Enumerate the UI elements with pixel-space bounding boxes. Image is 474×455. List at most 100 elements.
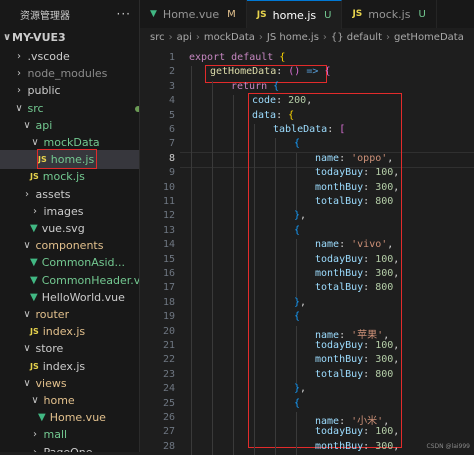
more-actions-icon[interactable]: ··· [117, 7, 131, 21]
indent-guide [191, 196, 192, 211]
code-line: return { [231, 81, 279, 92]
tree-item[interactable]: ▼ vue.svg [0, 219, 139, 238]
line-number: 18 [162, 296, 175, 308]
vue-file-icon: ▼ [30, 257, 38, 269]
tree-item[interactable]: ∨ api [0, 116, 139, 135]
indent-guide [233, 210, 234, 225]
chevron-down-icon: ∨ [31, 137, 39, 148]
indent-guide [191, 426, 192, 441]
code-token: { [324, 66, 331, 78]
code-token: , [306, 95, 313, 107]
tree-item[interactable]: JSindex.jsM [0, 322, 139, 341]
tree-item[interactable]: › images [0, 202, 139, 221]
line-number: 10 [162, 181, 175, 193]
indent-guide [296, 440, 297, 455]
project-root[interactable]: ∨ MY-VUE3 [0, 28, 139, 47]
tree-item[interactable]: › node_modules [0, 64, 139, 83]
indent-guide [191, 239, 192, 254]
code-line: totalBuy: 800 [315, 369, 393, 380]
tree-item[interactable]: ∨ views [0, 374, 139, 393]
indent-guide [296, 354, 297, 369]
indent-guide [275, 181, 276, 196]
breadcrumb-item[interactable]: src [150, 32, 165, 43]
tab-mock-js[interactable]: JS mock.js U [342, 0, 437, 28]
code-token: totalBuy [315, 282, 364, 294]
tree-item[interactable]: ▼ HelloWorld.vue [0, 288, 139, 307]
line-number: 24 [162, 383, 175, 395]
indent-guide [296, 152, 297, 168]
indent-guide [275, 311, 276, 326]
indent-guide [212, 325, 213, 340]
chevron-right-icon: › [168, 31, 173, 43]
code-token: : [339, 239, 352, 251]
tree-item[interactable]: ∨ src [0, 99, 139, 118]
chevron-right-icon: › [33, 429, 37, 441]
code-token: { [294, 397, 301, 409]
chevron-right-icon: › [322, 31, 327, 43]
tree-item[interactable]: › .vscode [0, 47, 139, 66]
indent-guide [212, 368, 213, 384]
code-token: , [393, 426, 400, 438]
indent-guide [212, 253, 213, 268]
tree-item-label: home [43, 394, 75, 407]
tree-item-label: api [35, 118, 53, 132]
tree-item[interactable]: JS index.js [0, 357, 139, 376]
tree-item[interactable]: ∨ home [0, 391, 139, 410]
breadcrumb-item[interactable]: {} default [331, 32, 382, 43]
code-editor[interactable]: 1 export default {2 getHomeData: () => {3 r… [140, 46, 474, 455]
chevron-down-icon: ∨ [15, 102, 23, 114]
vue-file-icon: ▼ [30, 291, 38, 303]
tree-item[interactable]: › assets [0, 185, 139, 204]
breadcrumb-item[interactable]: getHomeData [394, 32, 464, 43]
code-line: totalBuy: 800 [315, 282, 393, 293]
code-line: monthBuy: 300, [315, 441, 399, 452]
indent-guide [233, 152, 234, 168]
breadcrumb-item[interactable]: JS home.js [267, 32, 319, 43]
tree-item[interactable]: ∨ store [0, 339, 139, 358]
tree-item[interactable]: ▼Home.vueM [0, 408, 139, 427]
tab-status-badge: M [227, 8, 236, 20]
tree-item-label: components [35, 239, 104, 253]
tab-home-vue[interactable]: ▼ Home.vue M [140, 0, 247, 28]
code-token: return [231, 80, 268, 92]
indent-guide [296, 167, 297, 182]
code-token: '苹果' [351, 329, 384, 341]
explorer-title: 资源管理器 [20, 10, 70, 22]
tree-item[interactable]: ▼CommonHeader.vue [0, 271, 139, 290]
line-number: 12 [162, 210, 175, 222]
indent-guide [233, 440, 234, 455]
line-number: 17 [162, 282, 175, 294]
indent-guide [254, 196, 255, 211]
indent-guide [296, 253, 297, 268]
code-token: 300 [375, 440, 394, 452]
indent-guide [212, 426, 213, 441]
indent-guide [275, 354, 276, 369]
indent-guide [233, 311, 234, 326]
tree-item[interactable]: › mall [0, 425, 139, 444]
breadcrumb-item[interactable]: api [177, 32, 192, 43]
indent-guide [275, 426, 276, 441]
tree-item[interactable]: ∨ router [0, 305, 139, 324]
js-icon: JS [256, 10, 267, 20]
code-token: 100 [375, 167, 394, 179]
line-number: 15 [162, 253, 175, 265]
tab-home-js[interactable]: JS home.js U [246, 0, 343, 29]
tree-item[interactable]: JSmock.jsU [0, 167, 139, 186]
line-number: 2 [168, 66, 175, 78]
indent-guide [275, 167, 276, 182]
indent-guide [212, 354, 213, 369]
tree-item[interactable]: › PageOne [0, 443, 139, 452]
tree-item[interactable]: › public [0, 81, 139, 100]
tree-item[interactable]: ∨ components [0, 236, 139, 255]
indent-guide [275, 196, 276, 211]
code-token: => [306, 66, 319, 78]
code-token: 'vivo' [351, 239, 388, 251]
code-token: todayBuy [315, 167, 364, 179]
code-line: { [294, 138, 300, 149]
breadcrumb-item[interactable]: mockData [204, 32, 255, 43]
tree-item[interactable]: ▼CommonAsid...U [0, 253, 139, 272]
code-token: name [315, 239, 340, 251]
indent-guide [212, 224, 213, 240]
indent-guide [254, 210, 255, 225]
code-line: data: { [252, 110, 294, 121]
